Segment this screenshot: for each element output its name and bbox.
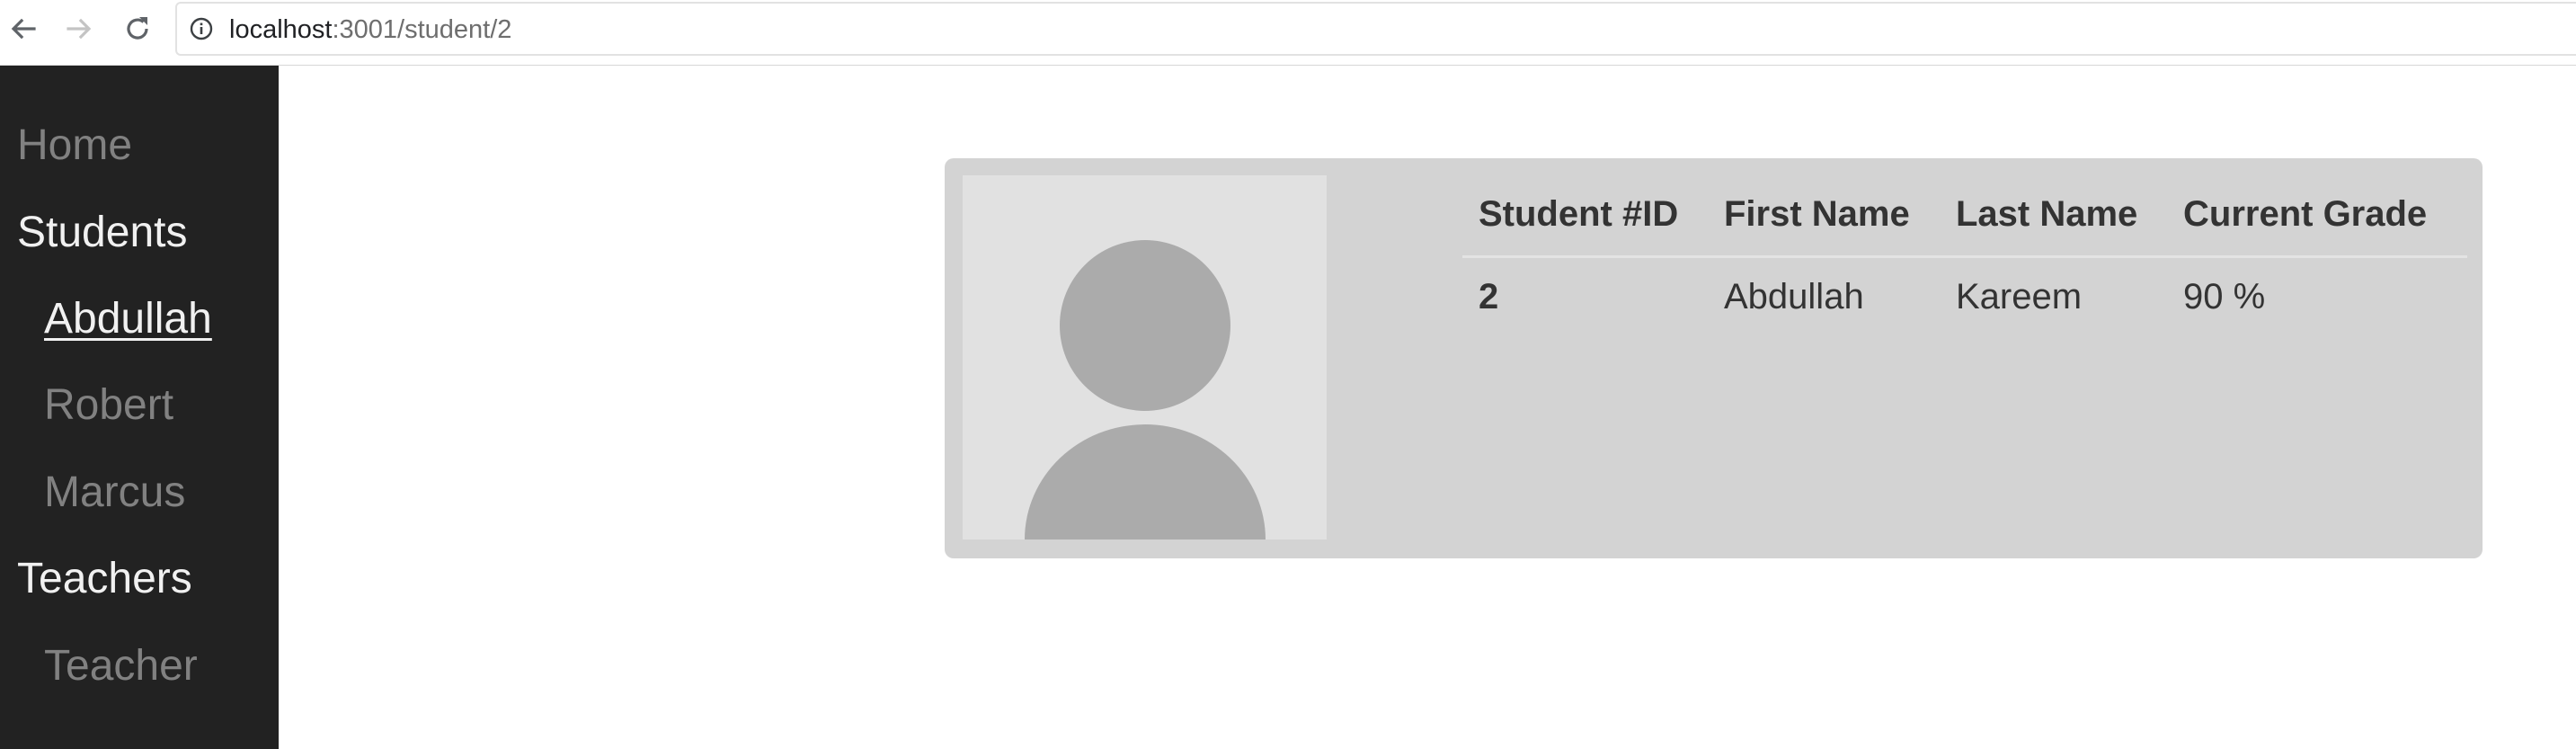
url-text[interactable]: localhost:3001/student/2 xyxy=(229,15,511,44)
sidebar-item-robert[interactable]: Robert xyxy=(44,380,173,431)
forward-button[interactable] xyxy=(59,9,99,49)
browser-toolbar: localhost:3001/student/2 xyxy=(0,0,2576,66)
reload-icon xyxy=(127,17,148,40)
arrow-right-icon xyxy=(67,18,92,40)
sidebar-item-abdullah[interactable]: Abdullah xyxy=(44,294,212,344)
sidebar: Home Students Abdullah Robert Marcus Tea… xyxy=(0,66,279,749)
sidebar-item-home[interactable]: Home xyxy=(17,120,132,171)
header-student-id: Student #ID xyxy=(1479,194,1679,234)
header-first-name: First Name xyxy=(1724,194,1910,234)
address-bar[interactable]: localhost:3001/student/2 xyxy=(175,2,2576,56)
cell-student-id: 2 xyxy=(1479,277,1499,317)
arrow-left-icon xyxy=(11,18,36,40)
cell-last-name: Kareem xyxy=(1956,277,2083,317)
sidebar-item-teachers[interactable]: Teachers xyxy=(17,554,192,604)
sidebar-item-teacher[interactable]: Teacher xyxy=(44,641,198,691)
header-current-grade: Current Grade xyxy=(2183,194,2428,234)
person-placeholder-icon xyxy=(1025,240,1266,539)
student-card: Student #ID First Name Last Name Current… xyxy=(945,158,2483,558)
header-last-name: Last Name xyxy=(1956,194,2138,234)
url-path: :3001/student/2 xyxy=(332,15,512,44)
url-host: localhost xyxy=(229,15,333,44)
cell-first-name: Abdullah xyxy=(1724,277,1864,317)
back-button[interactable] xyxy=(4,9,43,49)
info-icon[interactable] xyxy=(190,17,213,40)
reload-button[interactable] xyxy=(118,9,157,49)
cell-current-grade: 90 % xyxy=(2183,277,2266,317)
table-divider xyxy=(1462,255,2467,258)
sidebar-item-students[interactable]: Students xyxy=(17,208,187,258)
avatar xyxy=(963,175,1327,539)
sidebar-item-marcus[interactable]: Marcus xyxy=(44,468,185,518)
